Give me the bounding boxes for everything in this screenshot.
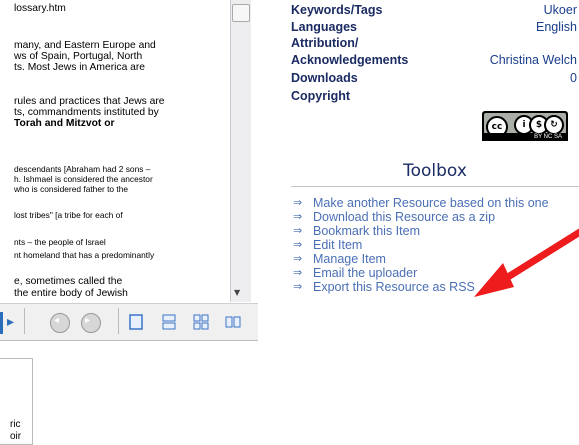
red-pointer-arrow-icon — [474, 228, 579, 297]
